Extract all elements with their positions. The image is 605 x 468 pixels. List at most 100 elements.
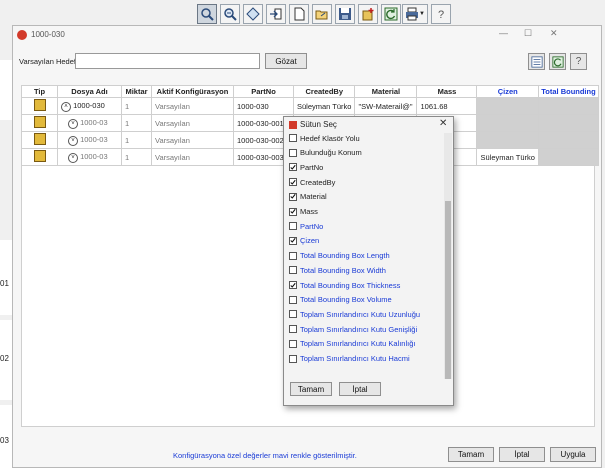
partno-cell[interactable]: 1000-030 <box>233 97 294 115</box>
column-option[interactable]: Total Bounding Box Thickness <box>289 279 400 291</box>
column-option-label: Material <box>300 192 327 202</box>
cizen-cell[interactable] <box>476 97 539 115</box>
qty-cell: 1 <box>121 148 152 166</box>
expand-icon[interactable]: ˅ <box>68 152 78 163</box>
column-option[interactable]: Toplam Sınırlandırıcı Kutu Hacmi <box>289 353 410 365</box>
column-option[interactable]: PartNo <box>289 161 323 173</box>
col-header[interactable]: Dosya Adı <box>57 85 122 98</box>
ok-button[interactable]: Tamam <box>448 447 494 462</box>
print-button[interactable]: ▼ <box>402 4 428 24</box>
column-option[interactable]: Mass <box>289 206 318 218</box>
table-row[interactable]: ˄ 1000-030 1 Varsayılan 1000-030 Süleyma… <box>21 97 599 115</box>
checkbox-icon[interactable] <box>289 148 297 157</box>
column-option-label: Toplam Sınırlandırıcı Kutu Hacmi <box>300 354 410 363</box>
zoom-area-button[interactable] <box>220 4 240 24</box>
bounding-cell[interactable] <box>537 97 599 115</box>
refresh-button[interactable] <box>381 4 401 24</box>
zoom-area-icon <box>224 8 237 21</box>
checkbox-checked-icon[interactable] <box>289 236 297 245</box>
checkbox-icon[interactable] <box>289 339 297 348</box>
column-option[interactable]: Total Bounding Box Volume <box>289 294 392 306</box>
checkbox-icon[interactable] <box>289 310 297 319</box>
checkbox-icon[interactable] <box>289 295 297 304</box>
col-header[interactable]: Çizen <box>476 85 539 98</box>
checkbox-icon[interactable] <box>289 251 297 260</box>
add-component-button[interactable] <box>358 4 378 24</box>
checkbox-icon[interactable] <box>289 266 297 275</box>
collapse-icon[interactable]: ˄ <box>61 101 71 112</box>
close-button[interactable]: ✕ <box>550 28 558 39</box>
column-option[interactable]: Bulunduğu Konum <box>289 147 362 159</box>
col-header[interactable]: Aktif Konfigürasyon <box>151 85 234 98</box>
bounding-cell[interactable] <box>537 131 599 149</box>
col-header[interactable]: Material <box>354 85 418 98</box>
help-button[interactable]: ? <box>570 53 587 70</box>
cancel-button[interactable]: İptal <box>499 447 545 462</box>
bounding-cell[interactable] <box>537 148 599 166</box>
checkbox-checked-icon[interactable] <box>289 281 297 289</box>
material-cell[interactable]: "SW-Materail@" <box>354 97 418 115</box>
target-path-input[interactable] <box>75 53 260 69</box>
columns-button[interactable] <box>528 53 545 70</box>
import-button[interactable] <box>266 4 286 24</box>
expand-icon[interactable]: ˅ <box>68 135 78 146</box>
checkbox-checked-icon[interactable] <box>289 207 297 216</box>
view-orientation-icon <box>246 7 260 21</box>
checkbox-checked-icon[interactable] <box>289 163 297 172</box>
expand-icon[interactable]: ˅ <box>68 118 78 129</box>
column-option[interactable]: Total Bounding Box Width <box>289 264 386 276</box>
column-option-label: Hedef Klasör Yolu <box>300 133 360 143</box>
window-title: 1000-030 <box>31 30 65 39</box>
col-header[interactable]: Mass <box>416 85 478 98</box>
column-option[interactable]: Total Bounding Box Length <box>289 250 390 262</box>
dialog-close-button[interactable]: ✕ <box>439 118 447 129</box>
createdby-cell[interactable]: Süleyman Türko <box>292 97 356 115</box>
refresh-view-button[interactable] <box>549 53 566 70</box>
minimize-button[interactable]: — <box>499 28 508 38</box>
col-header[interactable]: Miktar <box>121 85 152 98</box>
checkbox-checked-icon[interactable] <box>289 178 297 187</box>
cizen-cell[interactable] <box>476 114 539 132</box>
col-header[interactable]: PartNo <box>233 85 294 98</box>
col-header[interactable]: Tip <box>21 85 58 98</box>
column-option[interactable]: CreatedBy <box>289 176 335 188</box>
zoom-fit-button[interactable] <box>197 4 217 24</box>
print-icon <box>406 7 419 21</box>
column-option[interactable]: Hedef Klasör Yolu <box>289 133 360 144</box>
checkbox-icon[interactable] <box>289 325 297 334</box>
new-document-button[interactable] <box>289 4 309 24</box>
col-header[interactable]: CreatedBy <box>292 85 356 98</box>
column-option[interactable]: Toplam Sınırlandırıcı Kutu Uzunluğu <box>289 308 420 320</box>
scrollbar-thumb[interactable] <box>445 201 451 379</box>
dialog-title: Sütun Seç <box>300 120 337 129</box>
column-option[interactable]: Toplam Sınırlandırıcı Kutu Kalınlığı <box>289 338 415 350</box>
cizen-cell[interactable]: Süleyman Türko <box>476 148 539 166</box>
browse-button[interactable]: Gözat <box>265 53 307 69</box>
bounding-cell[interactable] <box>537 114 599 132</box>
dialog-ok-button[interactable]: Tamam <box>290 382 332 396</box>
config-cell: Varsayılan <box>151 148 234 166</box>
save-button[interactable] <box>335 4 355 24</box>
dialog-cancel-button[interactable]: İptal <box>339 382 381 396</box>
column-option-label: Total Bounding Box Thickness <box>300 280 401 290</box>
checkbox-icon[interactable] <box>289 134 297 142</box>
maximize-button[interactable]: ☐ <box>524 28 532 39</box>
mass-cell[interactable]: 1061.68 <box>416 97 478 115</box>
checkbox-checked-icon[interactable] <box>289 192 297 201</box>
column-option[interactable]: Toplam Sınırlandırıcı Kutu Genişliği <box>289 323 417 335</box>
column-option[interactable]: PartNo <box>289 220 323 232</box>
checkbox-icon[interactable] <box>289 354 297 363</box>
column-option-label: PartNo <box>300 221 324 231</box>
open-folder-button[interactable] <box>312 4 332 24</box>
view-orientation-button[interactable] <box>243 4 263 24</box>
column-option[interactable]: Çizen <box>289 235 319 247</box>
import-icon <box>270 8 282 20</box>
qty-cell: 1 <box>121 131 152 149</box>
checkbox-icon[interactable] <box>289 222 297 231</box>
col-header[interactable]: Total Bounding <box>537 85 599 98</box>
column-option[interactable]: Material <box>289 191 327 203</box>
cizen-cell[interactable] <box>476 131 539 149</box>
assembly-icon <box>33 99 46 111</box>
help-button[interactable]: ? <box>431 4 451 24</box>
apply-button[interactable]: Uygula <box>550 447 596 462</box>
